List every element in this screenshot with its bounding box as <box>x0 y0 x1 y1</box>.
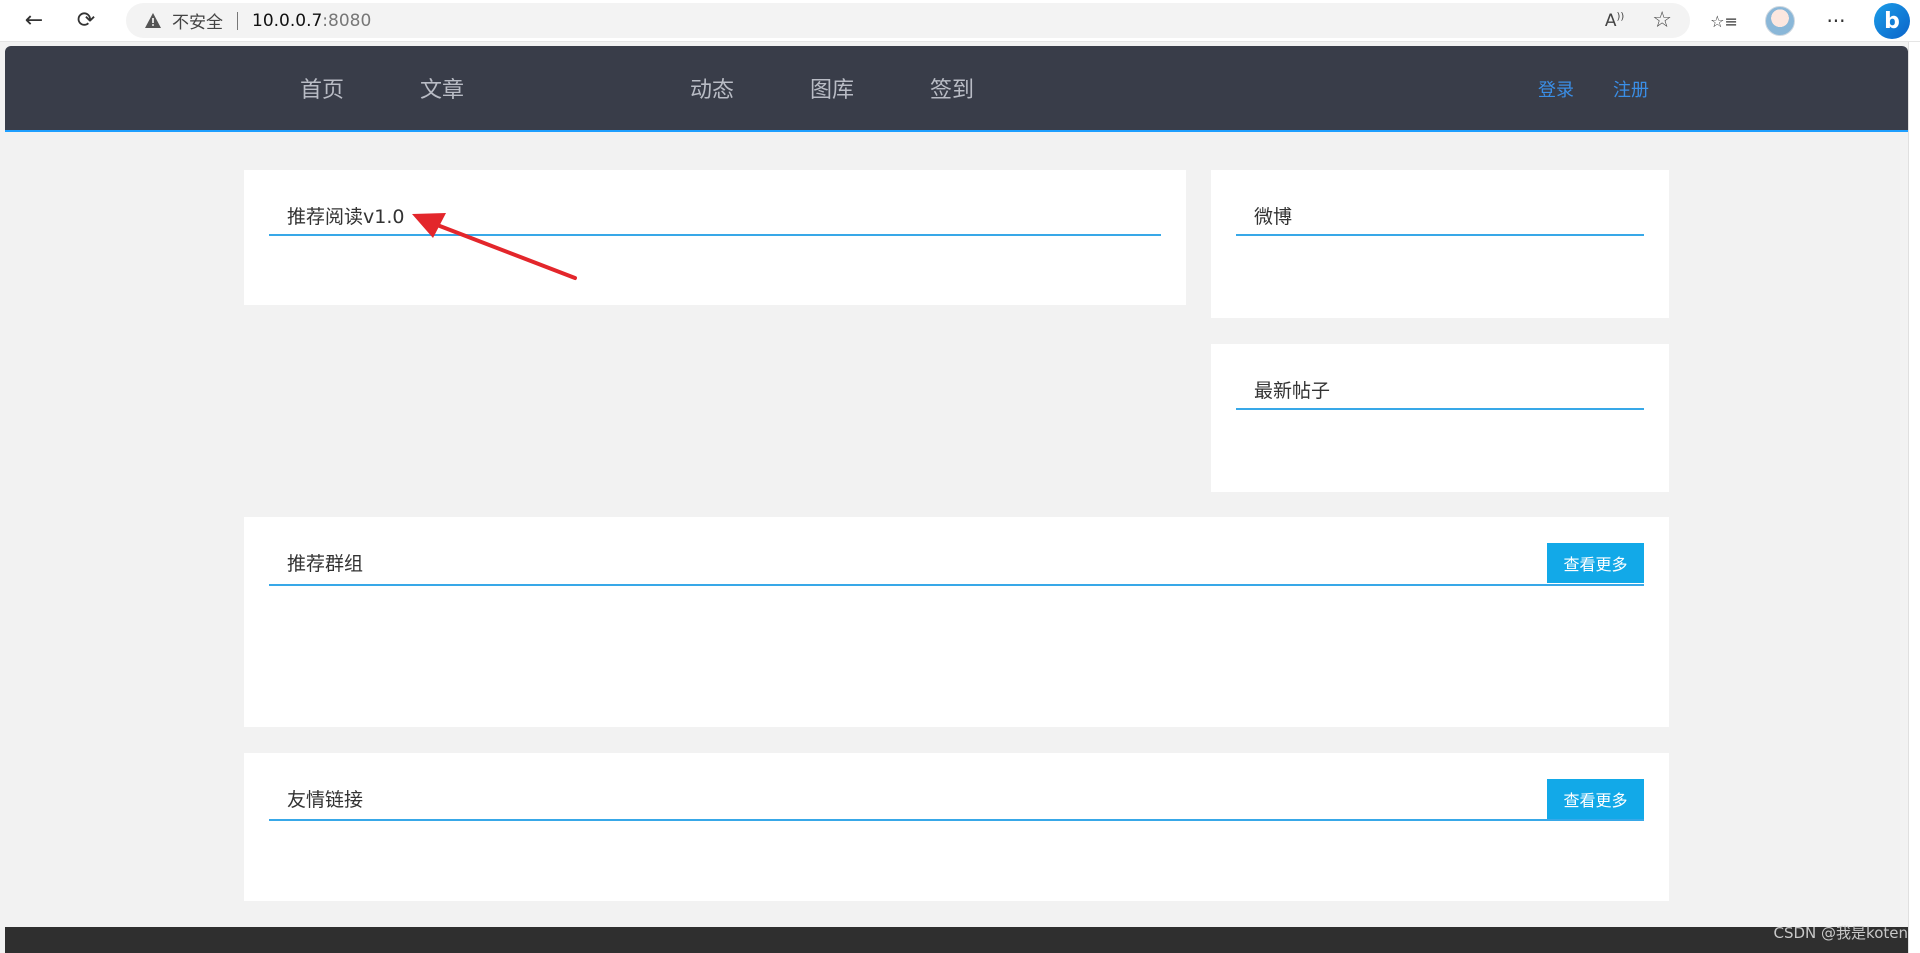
address-bar[interactable]: 不安全 10.0.0.7 :8080 A)) ☆ <box>126 3 1690 38</box>
address-separator <box>237 11 238 30</box>
favorite-star-icon[interactable]: ☆ <box>1652 8 1672 33</box>
groups-view-more-button[interactable]: 查看更多 <box>1547 543 1644 583</box>
nav-gallery[interactable]: 图库 <box>810 72 854 104</box>
recommended-reading-title: 推荐阅读v1.0 <box>287 206 405 228</box>
recommended-groups-card: 推荐群组 查看更多 <box>244 517 1669 727</box>
weibo-card: 微博 <box>1211 170 1669 318</box>
friend-links-card: 友情链接 查看更多 <box>244 753 1669 901</box>
reload-button[interactable]: ⟳ <box>66 1 106 41</box>
card-divider <box>1236 408 1644 410</box>
site-footer <box>5 927 1908 953</box>
profile-button[interactable] <box>1752 0 1808 42</box>
not-secure-label[interactable]: 不安全 <box>172 8 223 33</box>
back-button[interactable]: ← <box>14 1 54 41</box>
recommended-reading-card: 推荐阅读v1.0 <box>244 170 1186 305</box>
nav-home[interactable]: 首页 <box>300 72 344 104</box>
bing-icon: b <box>1874 3 1910 39</box>
window-scrollbar[interactable] <box>1908 42 1920 953</box>
friend-links-title: 友情链接 <box>287 789 364 811</box>
nav-activity[interactable]: 动态 <box>690 72 734 104</box>
url-host: 10.0.0.7 <box>252 10 323 31</box>
back-arrow-icon: ← <box>24 8 44 33</box>
login-link[interactable]: 登录 <box>1538 76 1574 102</box>
watermark: CSDN @我是koten <box>1773 924 1908 942</box>
card-divider <box>269 819 1644 821</box>
url-port: :8080 <box>322 10 372 31</box>
read-aloud-icon[interactable]: A)) <box>1605 11 1624 31</box>
toolbar-right: ☆≡ ··· b <box>1696 0 1920 42</box>
nav-articles[interactable]: 文章 <box>420 72 464 104</box>
latest-posts-card: 最新帖子 <box>1211 344 1669 492</box>
more-icon: ··· <box>1826 9 1846 33</box>
links-view-more-button[interactable]: 查看更多 <box>1547 779 1644 819</box>
warning-icon <box>144 12 162 30</box>
card-divider <box>269 584 1644 586</box>
more-menu-button[interactable]: ··· <box>1808 0 1864 42</box>
nav-checkin[interactable]: 签到 <box>930 72 974 104</box>
site-header: 首页 文章 动态 图库 签到 登录 注册 <box>5 46 1908 132</box>
card-divider <box>1236 234 1644 236</box>
browser-toolbar: ← ⟳ 不安全 10.0.0.7 :8080 A)) ☆ ☆≡ ··· b <box>0 0 1920 42</box>
avatar <box>1765 6 1795 36</box>
reload-icon: ⟳ <box>76 8 96 33</box>
address-actions: A)) ☆ <box>1605 3 1672 38</box>
weibo-title: 微博 <box>1254 206 1293 228</box>
register-link[interactable]: 注册 <box>1613 76 1649 102</box>
card-divider <box>269 234 1161 236</box>
favorites-icon[interactable]: ☆≡ <box>1696 0 1752 42</box>
latest-posts-title: 最新帖子 <box>1254 380 1331 402</box>
recommended-groups-title: 推荐群组 <box>287 553 364 575</box>
bing-button[interactable]: b <box>1864 0 1920 42</box>
